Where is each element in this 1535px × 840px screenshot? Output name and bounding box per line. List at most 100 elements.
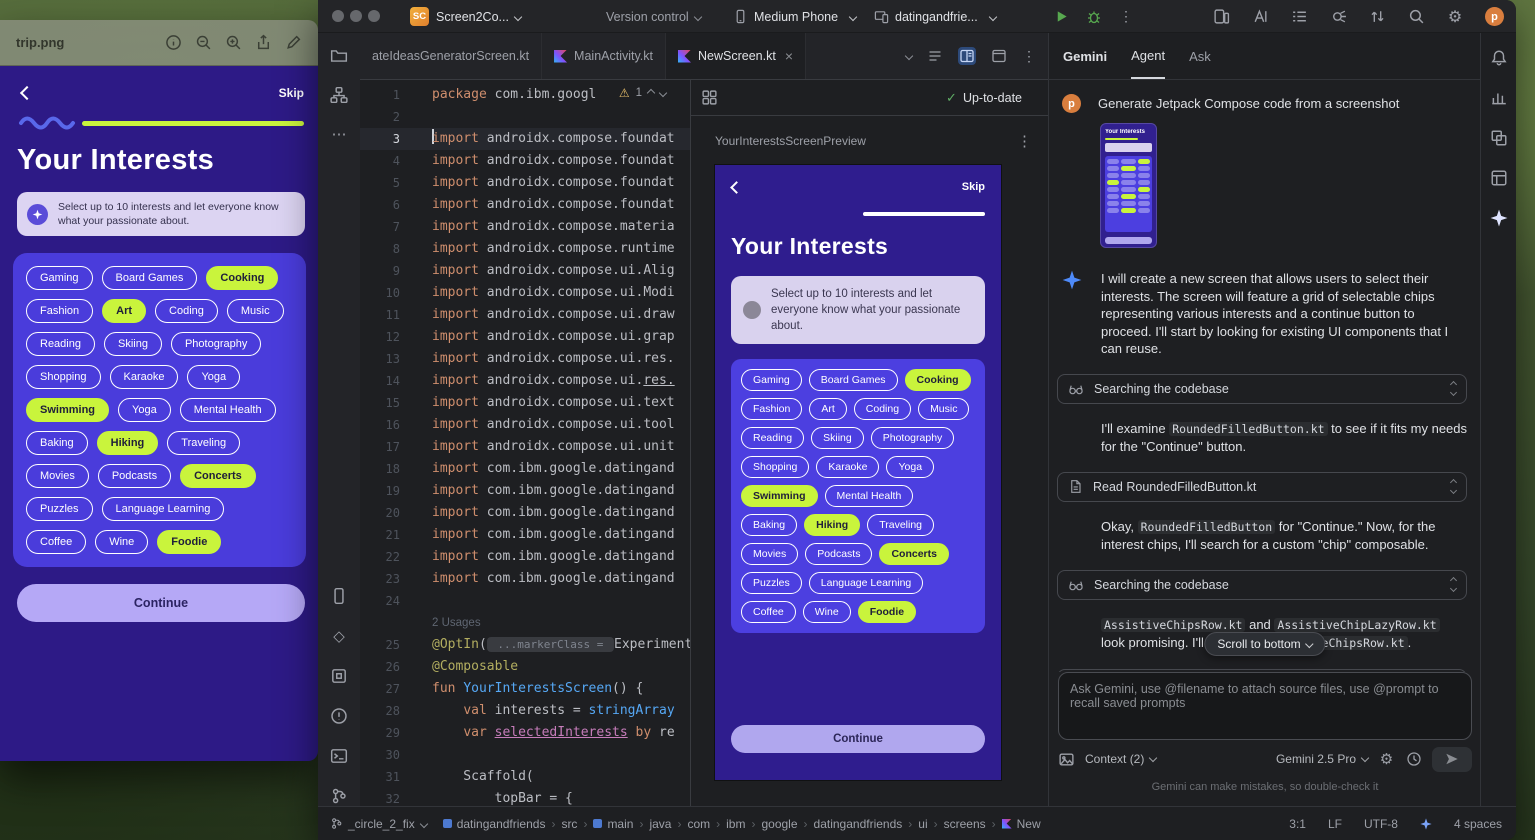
device-manager-icon[interactable] — [1212, 8, 1230, 26]
gemini-tool-icon[interactable] — [1488, 207, 1510, 229]
prev-problem-icon[interactable] — [647, 89, 655, 97]
trip-image[interactable]: Skip Your Interests Select up to 10 inte… — [0, 66, 318, 761]
tab-ask[interactable]: Ask — [1189, 33, 1211, 79]
settings-icon[interactable]: ⚙ — [1446, 8, 1464, 26]
more-run-options-icon[interactable]: ⋮ — [1119, 8, 1133, 25]
todo-list-icon[interactable] — [1290, 8, 1308, 26]
zoom-out-icon[interactable] — [188, 30, 218, 56]
run-button[interactable] — [1054, 9, 1069, 24]
preview-name[interactable]: YourInterestsScreenPreview — [715, 134, 866, 148]
debug-button[interactable] — [1086, 9, 1102, 25]
next-problem-icon[interactable] — [659, 89, 667, 97]
breadcrumb-item-screens[interactable]: screens — [944, 817, 986, 831]
device-selector[interactable]: Medium Phone — [733, 0, 856, 33]
project-widget[interactable]: SC Screen2Co... — [410, 0, 521, 33]
zoom-in-icon[interactable] — [218, 30, 248, 56]
info-icon[interactable] — [158, 30, 188, 56]
window-minimize-button[interactable] — [350, 10, 362, 22]
breadcrumb-item-java[interactable]: java — [649, 817, 671, 831]
breadcrumb-item-datingandfriends[interactable]: datingandfriends — [814, 817, 903, 831]
run-configuration-selector[interactable]: datingandfrie... — [874, 0, 996, 33]
breadcrumb-item-ui[interactable]: ui — [918, 817, 927, 831]
project-tool-icon[interactable] — [328, 45, 350, 67]
tool-call-search[interactable]: Searching the codebase — [1057, 570, 1467, 600]
editor-tab-ateideasgeneratorscreen-kt[interactable]: ateIdeasGeneratorScreen.kt — [360, 33, 542, 79]
split-editor-icon[interactable] — [958, 47, 976, 65]
inspection-widget[interactable]: ⚠ 1 — [619, 86, 666, 100]
search-everywhere-icon[interactable] — [1407, 8, 1425, 26]
ui-check-icon[interactable] — [701, 89, 718, 106]
code-editor[interactable]: 1package com.ibm.googl23import androidx.… — [360, 80, 690, 806]
warning-icon: ⚠ — [619, 86, 630, 100]
vcs-widget[interactable]: Version control — [606, 0, 701, 33]
file-encoding[interactable]: UTF-8 — [1364, 817, 1398, 831]
terminal-tool-icon[interactable] — [328, 745, 350, 767]
gemini-chat[interactable]: p Generate Jetpack Compose code from a s… — [1049, 80, 1481, 672]
send-button[interactable] — [1432, 747, 1472, 772]
tab-agent[interactable]: Agent — [1131, 33, 1165, 79]
structure-tool-icon[interactable] — [328, 84, 350, 106]
context-selector[interactable]: Context (2) — [1085, 752, 1156, 766]
preview-window-icon[interactable] — [990, 47, 1008, 65]
gemini-prompt-input[interactable] — [1059, 673, 1471, 739]
expand-collapse-icon[interactable] — [1451, 480, 1456, 493]
model-selector[interactable]: Gemini 2.5 Pro — [1276, 752, 1368, 766]
breadcrumb-item-com[interactable]: com — [687, 817, 710, 831]
window-zoom-button[interactable] — [368, 10, 380, 22]
breadcrumb-item-main[interactable]: main — [593, 817, 633, 831]
gemini-panel: Gemini Agent Ask p Generate Jetpack Comp… — [1048, 33, 1481, 806]
resource-manager-icon[interactable] — [1488, 127, 1510, 149]
caret-position[interactable]: 3:1 — [1289, 817, 1306, 831]
dependencies-tool-icon[interactable] — [328, 665, 350, 687]
preview-options-icon[interactable]: ⋮ — [1017, 132, 1032, 150]
editor-tab-mainactivity-kt[interactable]: MainActivity.kt — [542, 33, 666, 79]
phone-device-icon — [733, 9, 748, 24]
interest-chip-skiing: Skiing — [104, 332, 162, 356]
running-devices-tool-icon[interactable] — [328, 585, 350, 607]
editor-options-icon[interactable]: ⋮ — [1022, 48, 1036, 65]
build-icon[interactable] — [1329, 8, 1347, 26]
breadcrumb-item-new[interactable]: New — [1002, 817, 1041, 831]
expand-collapse-icon[interactable] — [1451, 578, 1456, 591]
git-branch-widget[interactable]: _circle_2_fix — [330, 817, 427, 831]
code-line: 13import androidx.compose.ui.res. — [360, 348, 690, 370]
find-in-files-icon[interactable] — [1251, 8, 1269, 26]
build-variants-tool-icon[interactable]: ◇ — [328, 625, 350, 647]
close-tab-icon[interactable]: × — [785, 48, 793, 64]
code-view-icon[interactable] — [926, 47, 944, 65]
interest-chip-traveling: Traveling — [167, 431, 240, 455]
expand-collapse-icon[interactable] — [1451, 382, 1456, 395]
interest-chip-reading: Reading — [26, 332, 95, 356]
edit-pencil-icon[interactable] — [278, 30, 308, 56]
history-icon[interactable] — [1405, 751, 1422, 768]
breadcrumb-item-datingandfriends[interactable]: datingandfriends — [443, 817, 546, 831]
attached-screenshot-thumbnail[interactable]: Your Interests — [1100, 123, 1157, 248]
problems-tool-icon[interactable] — [328, 705, 350, 727]
editor-tab-newscreen-kt[interactable]: NewScreen.kt× — [666, 33, 806, 79]
preview-screen-title: Your Interests — [731, 233, 1001, 260]
compose-preview-canvas[interactable]: Skip Your Interests Select up to 10 inte… — [715, 165, 1001, 780]
interest-chip-gaming: Gaming — [26, 266, 93, 290]
breadcrumb-item-ibm[interactable]: ibm — [726, 817, 745, 831]
hidden-tabs-icon[interactable] — [905, 52, 913, 60]
breadcrumb-item-src[interactable]: src — [561, 817, 577, 831]
scroll-to-bottom-button[interactable]: Scroll to bottom — [1204, 632, 1325, 656]
attach-image-icon[interactable] — [1058, 751, 1075, 768]
progress-indicator — [0, 100, 318, 130]
more-tool-windows-icon[interactable]: ⋯ — [328, 123, 350, 145]
gemini-status-icon[interactable] — [1420, 818, 1432, 830]
gemini-settings-icon[interactable]: ⚙ — [1378, 751, 1395, 768]
user-avatar[interactable]: p — [1485, 7, 1504, 26]
tool-call-read[interactable]: Read RoundedFilledButton.kt — [1057, 472, 1467, 502]
tool-call-search[interactable]: Searching the codebase — [1057, 374, 1467, 404]
breadcrumb-item-google[interactable]: google — [761, 817, 797, 831]
version-control-tool-icon[interactable] — [328, 785, 350, 807]
indent-setting[interactable]: 4 spaces — [1454, 817, 1502, 831]
notifications-bell-icon[interactable] — [1488, 47, 1510, 69]
window-close-button[interactable] — [332, 10, 344, 22]
profiler-icon[interactable] — [1488, 87, 1510, 109]
line-separator[interactable]: LF — [1328, 817, 1342, 831]
vcs-update-icon[interactable] — [1368, 8, 1386, 26]
share-icon[interactable] — [248, 30, 278, 56]
layout-inspector-icon[interactable] — [1488, 167, 1510, 189]
